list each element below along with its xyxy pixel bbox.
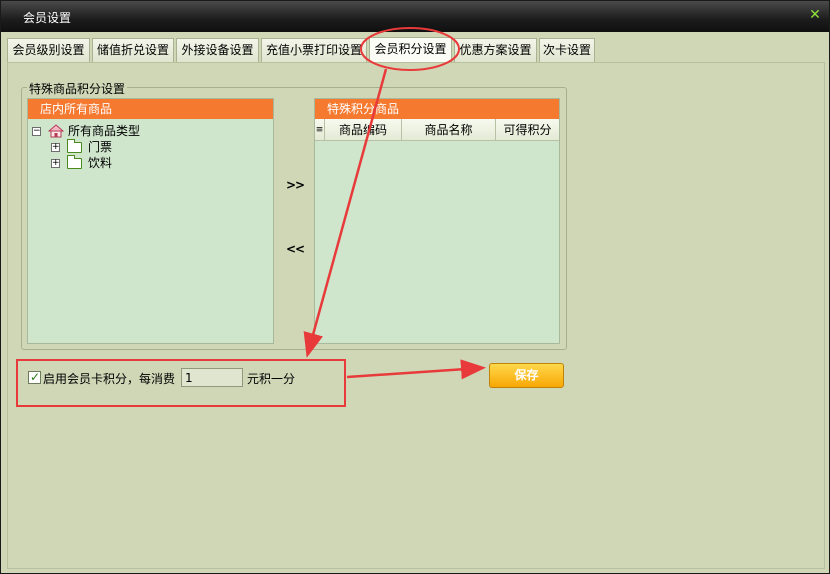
special-goods-list: 特殊积分商品 ≡ 商品编码 商品名称 可得积分 [314,98,560,344]
tree-item-label: 饮料 [88,156,113,170]
window-title: 会员设置 [23,11,72,25]
enable-member-points-label: 启用会员卡积分，每消费 [43,372,176,386]
folder-icon [67,155,82,169]
home-icon [48,124,64,138]
special-goods-header: 特殊积分商品 [315,99,559,119]
tab-member-level[interactable]: 会员级别设置 [7,38,90,62]
plus-expander-icon[interactable]: + [51,143,60,152]
tab-recharge-receipt-print[interactable]: 充值小票打印设置 [261,38,367,62]
settings-window: 会员设置 ✕ 会员级别设置 储值折兑设置 外接设备设置 充值小票打印设置 会员积… [0,0,830,574]
tree-root-label: 所有商品类型 [68,124,141,138]
tab-member-points[interactable]: 会员积分设置 [369,37,452,63]
tab-promotion-scheme[interactable]: 优惠方案设置 [454,38,537,62]
folder-icon [67,139,82,153]
special-goods-grid-header: ≡ 商品编码 商品名称 可得积分 [315,119,559,141]
store-goods-list: 店内所有商品 − 所有商品类型 + 门票 + 饮料 [27,98,274,344]
amount-per-point-input[interactable] [181,368,243,387]
amount-unit-label: 元积一分 [247,372,296,386]
add-to-special-button[interactable]: >> [286,178,305,192]
column-goods-code[interactable]: 商品编码 [325,119,402,141]
column-goods-name[interactable]: 商品名称 [402,119,496,141]
tree-item-label: 门票 [88,140,113,154]
group-title: 特殊商品积分设置 [27,80,128,97]
enable-member-points-checkbox[interactable]: ✓ [28,370,41,384]
plus-expander-icon[interactable]: + [51,159,60,168]
minus-collapser-icon[interactable]: − [32,127,41,136]
titlebar: 会员设置 ✕ [1,1,829,32]
tab-stored-value-discount[interactable]: 储值折兑设置 [92,38,174,62]
column-points-earned[interactable]: 可得积分 [496,119,559,141]
tab-times-card[interactable]: 次卡设置 [539,38,595,62]
save-button[interactable]: 保存 [489,363,564,388]
tab-external-device[interactable]: 外接设备设置 [176,38,259,62]
check-icon: ✓ [30,370,41,384]
store-goods-header: 店内所有商品 [28,99,273,119]
close-icon[interactable]: ✕ [808,7,822,23]
remove-from-special-button[interactable]: << [286,242,305,256]
row-selector-icon: ≡ [315,119,325,141]
